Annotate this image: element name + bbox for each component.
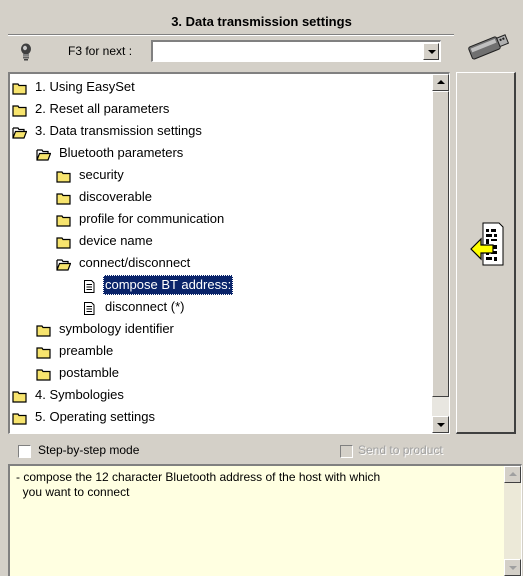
send-barcode-icon bbox=[470, 222, 504, 266]
tree-item[interactable]: compose BT address: bbox=[82, 275, 234, 295]
desc-scroll-down-button[interactable] bbox=[504, 559, 521, 576]
tree-item-label: Bluetooth parameters bbox=[59, 145, 184, 160]
tree-item-label: disconnect (*) bbox=[105, 299, 185, 314]
step-by-step-checkbox[interactable] bbox=[18, 445, 31, 458]
tree-item[interactable]: disconnect (*) bbox=[82, 297, 186, 317]
tree-item-label: device name bbox=[79, 233, 153, 248]
tree-item[interactable]: connect/disconnect bbox=[56, 253, 192, 273]
document-icon bbox=[82, 279, 97, 293]
search-combobox[interactable] bbox=[151, 40, 441, 62]
tree-item-label: compose BT address: bbox=[103, 275, 234, 295]
description-text: - compose the 12 character Bluetooth add… bbox=[16, 470, 381, 499]
scroll-up-button[interactable] bbox=[432, 74, 449, 91]
tree-item[interactable]: security bbox=[56, 165, 126, 185]
tree-item[interactable]: 1. Using EasySet bbox=[12, 77, 137, 97]
arrow-down-icon bbox=[437, 423, 445, 427]
folder-closed-icon bbox=[12, 411, 27, 425]
document-icon bbox=[82, 301, 97, 315]
arrow-up-icon bbox=[437, 80, 445, 84]
tree-item-label: postamble bbox=[59, 365, 119, 380]
tree-item-label: profile for communication bbox=[79, 211, 225, 226]
arrow-down-icon bbox=[509, 566, 517, 570]
chevron-down-icon bbox=[428, 50, 436, 54]
folder-closed-icon bbox=[56, 169, 71, 183]
tree-item-label: symbology identifier bbox=[59, 321, 174, 336]
tree-item[interactable]: 5. Operating settings bbox=[12, 407, 157, 427]
folder-closed-icon bbox=[36, 345, 51, 359]
usb-dongle-icon bbox=[468, 34, 510, 60]
window-title: 3. Data transmission settings bbox=[171, 14, 352, 29]
folder-closed-icon bbox=[12, 103, 27, 117]
parameter-tree[interactable]: 1. Using EasySet 2. Reset all parameters 3… bbox=[8, 72, 450, 434]
tree-item-label: 3. Data transmission settings bbox=[35, 123, 202, 138]
search-dropdown-button[interactable] bbox=[423, 43, 439, 60]
tree-item-label: preamble bbox=[59, 343, 114, 358]
tree-item-label: connect/disconnect bbox=[79, 255, 191, 270]
folder-closed-icon bbox=[36, 367, 51, 381]
tree-item[interactable]: 3. Data transmission settings bbox=[12, 121, 204, 141]
tree-item[interactable]: postamble bbox=[36, 363, 121, 383]
tree-item[interactable]: profile for communication bbox=[56, 209, 226, 229]
send-to-product-label: Send to product bbox=[358, 443, 443, 457]
folder-closed-icon bbox=[12, 81, 27, 95]
tree-item[interactable]: device name bbox=[56, 231, 155, 251]
description-scrollbar[interactable] bbox=[504, 466, 521, 576]
search-label: F3 for next : bbox=[68, 44, 133, 58]
folder-closed-icon bbox=[36, 323, 51, 337]
lightbulb-icon[interactable] bbox=[18, 42, 34, 62]
folder-open-icon bbox=[56, 257, 72, 271]
send-to-product-button[interactable] bbox=[456, 72, 516, 434]
tree-item[interactable]: 4. Symbologies bbox=[12, 385, 126, 405]
scroll-thumb[interactable] bbox=[432, 91, 449, 397]
tree-item[interactable]: discoverable bbox=[56, 187, 154, 207]
folder-closed-icon bbox=[12, 389, 27, 403]
step-by-step-label[interactable]: Step-by-step mode bbox=[38, 443, 139, 457]
folder-closed-icon bbox=[56, 191, 71, 205]
tree-item-label: 5. Operating settings bbox=[35, 409, 155, 424]
tree-item-label: 1. Using EasySet bbox=[35, 79, 135, 94]
tree-item-label: discoverable bbox=[79, 189, 152, 204]
tree-item-label: 2. Reset all parameters bbox=[35, 101, 170, 116]
tree-item[interactable]: symbology identifier bbox=[36, 319, 176, 339]
tree-item-label: 4. Symbologies bbox=[35, 387, 124, 402]
folder-closed-icon bbox=[56, 235, 71, 249]
folder-open-icon bbox=[36, 147, 52, 161]
desc-scroll-up-button[interactable] bbox=[504, 466, 521, 483]
title-divider bbox=[8, 34, 454, 36]
scroll-down-button[interactable] bbox=[432, 416, 449, 433]
tree-scrollbar[interactable] bbox=[432, 74, 449, 433]
description-panel: - compose the 12 character Bluetooth add… bbox=[8, 464, 522, 576]
tree-item-label: security bbox=[79, 167, 124, 182]
send-to-product-checkbox bbox=[340, 445, 353, 458]
tree-item[interactable]: 2. Reset all parameters bbox=[12, 99, 171, 119]
arrow-up-icon bbox=[509, 472, 517, 476]
folder-open-icon bbox=[12, 125, 28, 139]
tree-item[interactable]: Bluetooth parameters bbox=[36, 143, 185, 163]
folder-closed-icon bbox=[56, 213, 71, 227]
tree-item[interactable]: preamble bbox=[36, 341, 115, 361]
